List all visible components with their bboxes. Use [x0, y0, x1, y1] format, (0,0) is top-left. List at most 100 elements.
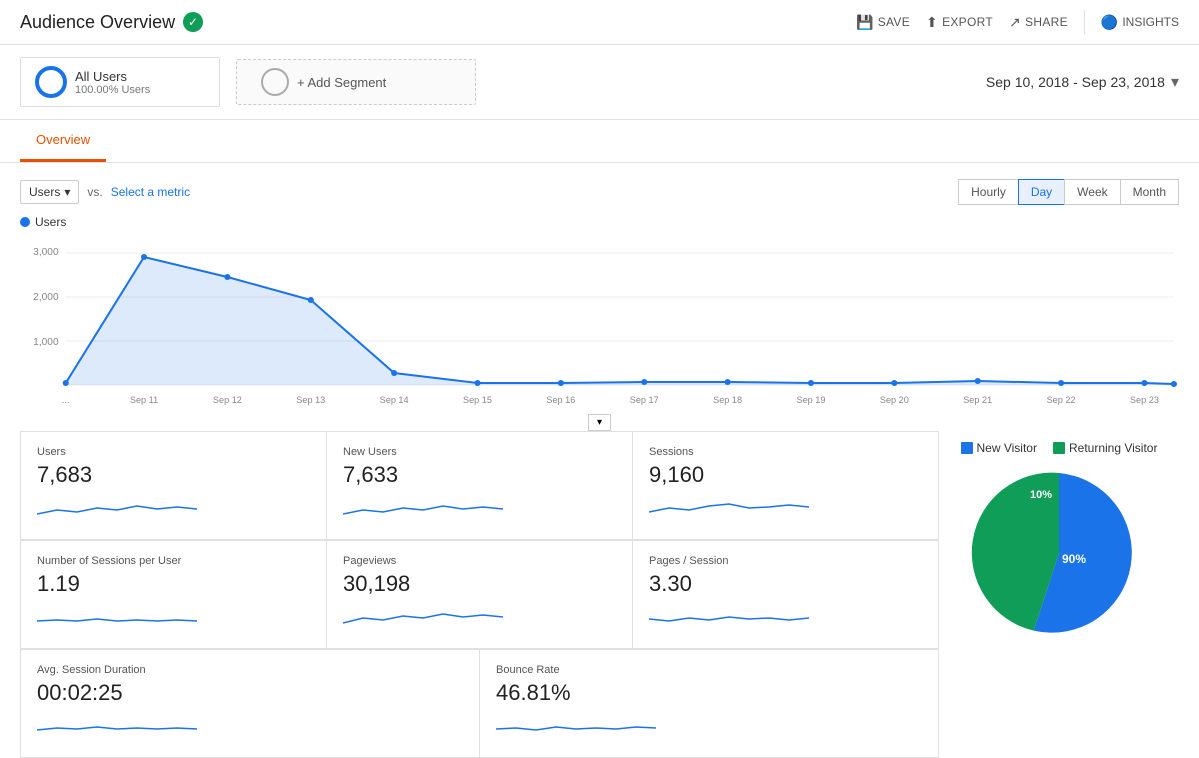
bounce-rate-sparkline	[496, 712, 656, 740]
chart-point	[1171, 381, 1177, 387]
top-bar-left: Audience Overview ✓	[20, 12, 203, 33]
users-legend-label: Users	[35, 215, 66, 229]
stat-pages-per-session-value: 3.30	[649, 571, 922, 597]
chart-point	[1141, 380, 1147, 386]
dropdown-arrow-icon: ▾	[64, 185, 70, 199]
chart-point	[141, 254, 147, 260]
pie-chart-section: New Visitor Returning Visitor 90% 10%	[939, 431, 1179, 758]
week-button[interactable]: Week	[1064, 179, 1119, 205]
chart-area: Users ▾ vs. Select a metric Hourly Day W…	[0, 163, 1199, 431]
pie-svg: 90% 10%	[969, 463, 1149, 643]
insights-button[interactable]: 🔵 INSIGHTS	[1101, 14, 1179, 31]
new-visitor-color	[961, 442, 973, 454]
add-segment-label: + Add Segment	[297, 75, 386, 90]
segment-bar-left: All Users 100.00% Users + Add Segment	[20, 57, 476, 107]
chart-point	[558, 380, 564, 386]
svg-text:Sep 22: Sep 22	[1047, 395, 1076, 405]
stat-pageviews-value: 30,198	[343, 571, 616, 597]
svg-text:1,000: 1,000	[33, 337, 59, 348]
svg-text:Sep 19: Sep 19	[796, 395, 825, 405]
segment-sub: 100.00% Users	[75, 84, 150, 96]
day-button[interactable]: Day	[1018, 179, 1064, 205]
chart-point	[641, 379, 647, 385]
chart-collapse-button[interactable]: ▾	[588, 414, 611, 431]
export-button[interactable]: ⬆ EXPORT	[926, 14, 993, 31]
stat-new-users: New Users 7,633	[327, 432, 633, 540]
stat-avg-session-value: 00:02:25	[37, 680, 463, 706]
chart-controls-left: Users ▾ vs. Select a metric	[20, 180, 190, 204]
segment-1-box[interactable]: All Users 100.00% Users	[20, 57, 220, 107]
hourly-button[interactable]: Hourly	[958, 179, 1018, 205]
segment-bar: All Users 100.00% Users + Add Segment Se…	[0, 45, 1199, 120]
month-button[interactable]: Month	[1120, 179, 1179, 205]
stat-users: Users 7,683	[21, 432, 327, 540]
returning-visitor-color	[1053, 442, 1065, 454]
returning-visitor-legend: Returning Visitor	[1053, 441, 1158, 455]
svg-text:Sep 12: Sep 12	[213, 395, 242, 405]
stats-grid-middle: Number of Sessions per User 1.19 Pagevie…	[20, 540, 939, 649]
stats-grid-top: Users 7,683 New Users 7,633 Sessions 9,1…	[20, 431, 939, 540]
vs-label: vs.	[87, 185, 102, 199]
new-pct-label: 90%	[1062, 552, 1086, 566]
svg-text:Sep 11: Sep 11	[130, 395, 158, 405]
metric-label: Users	[29, 185, 60, 199]
stat-sessions-per-user-value: 1.19	[37, 571, 310, 597]
chart-point	[224, 274, 230, 280]
page-title: Audience Overview	[20, 12, 175, 33]
chart-fill-area	[66, 257, 1174, 385]
new-users-sparkline	[343, 494, 503, 522]
save-button[interactable]: 💾 SAVE	[856, 14, 910, 31]
share-button[interactable]: ↗ SHARE	[1009, 14, 1068, 31]
top-bar: Audience Overview ✓ 💾 SAVE ⬆ EXPORT ↗ SH…	[0, 0, 1199, 45]
chart-point	[63, 380, 69, 386]
new-visitor-legend: New Visitor	[961, 441, 1037, 455]
export-icon: ⬆	[926, 14, 938, 31]
svg-text:Sep 23: Sep 23	[1130, 395, 1159, 405]
tab-overview[interactable]: Overview	[20, 120, 106, 162]
pageviews-sparkline	[343, 603, 503, 631]
stat-sessions-value: 9,160	[649, 462, 922, 488]
svg-text:Sep 18: Sep 18	[713, 395, 742, 405]
stat-pages-per-session: Pages / Session 3.30	[633, 541, 939, 649]
svg-text:Sep 14: Sep 14	[380, 395, 409, 405]
chart-controls: Users ▾ vs. Select a metric Hourly Day W…	[20, 179, 1179, 205]
date-range-selector[interactable]: Sep 10, 2018 - Sep 23, 2018 ▾	[986, 72, 1179, 92]
select-metric-link[interactable]: Select a metric	[111, 185, 190, 199]
share-icon: ↗	[1009, 14, 1021, 31]
stat-sessions: Sessions 9,160	[633, 432, 939, 540]
tab-bar: Overview	[0, 120, 1199, 163]
stats-left: Users 7,683 New Users 7,633 Sessions 9,1…	[20, 431, 939, 758]
chart-point	[391, 370, 397, 376]
segment-info: All Users 100.00% Users	[75, 69, 150, 96]
chart-point	[975, 378, 981, 384]
svg-text:2,000: 2,000	[33, 292, 59, 303]
svg-text:Sep 16: Sep 16	[546, 395, 575, 405]
stat-users-value: 7,683	[37, 462, 310, 488]
svg-text:3,000: 3,000	[33, 247, 59, 258]
stat-pages-per-session-label: Pages / Session	[649, 555, 922, 567]
svg-text:...: ...	[62, 395, 70, 405]
sessions-per-user-sparkline	[37, 603, 197, 631]
metric-dropdown[interactable]: Users ▾	[20, 180, 79, 204]
segment-name: All Users	[75, 69, 150, 84]
stat-users-label: Users	[37, 446, 310, 458]
avg-session-sparkline	[37, 712, 197, 740]
add-segment-button[interactable]: + Add Segment	[236, 59, 476, 105]
stat-bounce-rate-label: Bounce Rate	[496, 664, 922, 676]
stat-new-users-label: New Users	[343, 446, 616, 458]
svg-text:Sep 15: Sep 15	[463, 395, 492, 405]
svg-text:Sep 17: Sep 17	[630, 395, 659, 405]
chart-point	[725, 379, 731, 385]
users-legend-dot	[20, 217, 30, 227]
returning-pct-label: 10%	[1030, 489, 1052, 501]
svg-text:Sep 13: Sep 13	[296, 395, 325, 405]
stat-new-users-value: 7,633	[343, 462, 616, 488]
insights-icon: 🔵	[1101, 14, 1118, 31]
chart-svg: 3,000 2,000 1,000	[20, 235, 1179, 415]
verified-icon: ✓	[183, 12, 203, 32]
chart-point	[1058, 380, 1064, 386]
stat-pageviews-label: Pageviews	[343, 555, 616, 567]
date-range-text: Sep 10, 2018 - Sep 23, 2018	[986, 74, 1165, 90]
save-icon: 💾	[856, 14, 874, 31]
divider	[1084, 10, 1085, 34]
